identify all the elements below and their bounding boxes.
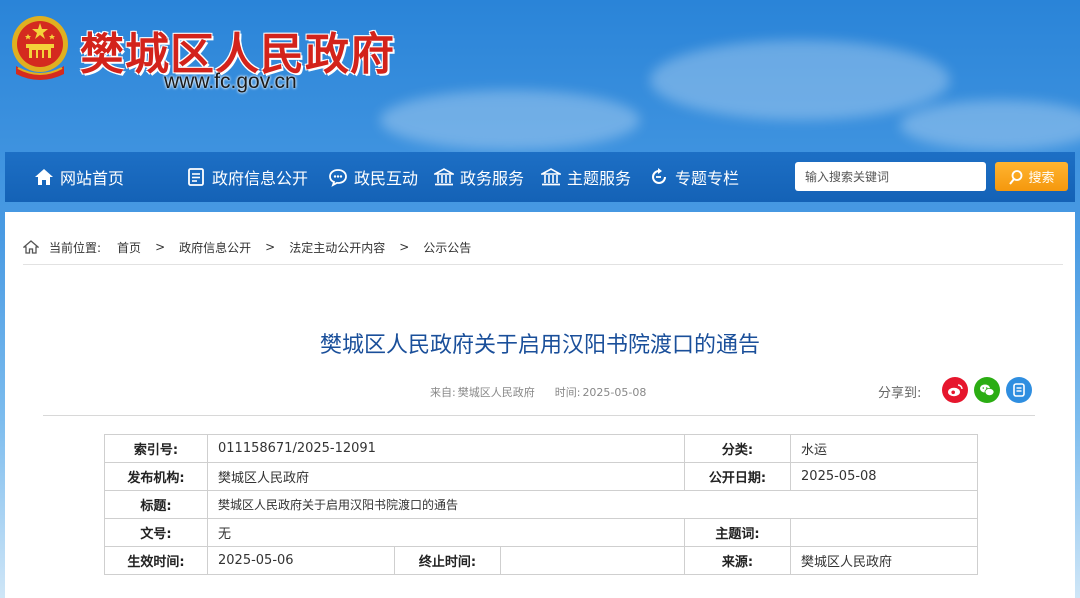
cloud-decoration [650,40,950,120]
table-row: 文号: 无 主题词: [104,518,979,547]
breadcrumb-prefix: 当前位置: [49,240,102,255]
cloud-decoration [900,100,1080,150]
nav-item-label: 政府信息公开 [212,169,309,188]
refresh-icon [652,168,666,184]
national-emblem-icon [12,16,68,80]
table-row: 发布机构: 樊城区人民政府 公开日期: 2025-05-08 [104,462,979,491]
nav-item-label: 主题服务 [567,169,632,188]
publish-date-label: 公开日期: [684,462,792,491]
nav-item-label: 政务服务 [460,169,525,188]
info-table: 索引号: 011158671/2025-12091 分类: 水运 发布机构: 樊… [104,434,979,575]
keywords-value [790,518,979,547]
qzone-icon [1013,383,1025,397]
nav-item-topic-services[interactable]: 主题服务 [541,152,631,202]
home-icon [23,240,39,254]
index-no-value: 011158671/2025-12091 [206,434,686,463]
breadcrumb: 当前位置: 首页 > 政府信息公开 > 法定主动公开内容 > 公示公告 [23,238,471,256]
table-row: 索引号: 011158671/2025-12091 分类: 水运 [104,434,979,463]
time-label: 时间: [554,386,581,399]
article-title: 樊城区人民政府关于启用汉阳书院渡口的通告 [319,333,760,358]
breadcrumb-gov-info[interactable]: 政府信息公开 [179,239,251,256]
breadcrumb-home[interactable]: 首页 [117,239,141,256]
nav-item-home[interactable]: 网站首页 [34,152,124,202]
nav-item-label: 专题专栏 [675,169,740,188]
nav-item-gov-info[interactable]: 政府信息公开 [186,152,308,202]
publisher-label: 发布机构: [104,462,208,491]
expiry-value [499,546,686,575]
nav-item-label: 政民互动 [354,169,419,188]
content-panel: 当前位置: 首页 > 政府信息公开 > 法定主动公开内容 > 公示公告 樊城区人… [5,212,1075,598]
breadcrumb-separator: > [399,240,410,254]
doc-no-label: 文号: [104,518,208,547]
source-label: 来源: [684,546,792,575]
article-source: 樊城区人民政府 [457,386,535,399]
breadcrumb-separator: > [265,240,276,254]
breadcrumb-statutory-disclosure[interactable]: 法定主动公开内容 [289,239,385,256]
wechat-icon [980,384,995,396]
weibo-icon [948,384,963,397]
share-weibo-button[interactable] [942,377,968,403]
nav-item-label: 网站首页 [60,169,125,188]
search-icon [1009,169,1023,185]
index-no-label: 索引号: [104,434,208,463]
title-value: 樊城区人民政府关于启用汉阳书院渡口的通告 [206,490,979,519]
chat-bubble-icon [329,169,347,187]
divider [43,415,1035,416]
expiry-label: 终止时间: [394,546,501,575]
article-meta: 来自: 樊城区人民政府 时间: 2025-05-08 [430,384,652,400]
breadcrumb-separator: > [155,240,166,254]
share-label: 分享到: [878,386,922,401]
publish-date-value: 2025-05-08 [790,462,979,491]
effective-value: 2025-05-06 [207,546,395,575]
category-label: 分类: [684,434,792,463]
breadcrumb-announcements[interactable]: 公示公告 [423,239,471,256]
publisher-value: 樊城区人民政府 [206,462,686,491]
share-qzone-button[interactable] [1006,377,1032,403]
cloud-decoration [380,90,640,150]
site-header: 樊城区人民政府 www.fc.gov.cn [0,0,1080,152]
keywords-label: 主题词: [684,518,792,547]
article-time: 2025-05-08 [582,386,647,399]
nav-item-interaction[interactable]: 政民互动 [328,152,418,202]
home-icon [35,169,53,185]
table-row: 生效时间: 2025-05-06 终止时间: 来源: 樊城区人民政府 [104,546,979,575]
source-label: 来自: [430,386,456,399]
divider [23,264,1063,265]
search-button-label: 搜索 [1028,171,1055,186]
search-button[interactable]: 搜索 [995,162,1068,191]
site-domain: www.fc.gov.cn [164,70,297,93]
table-row: 标题: 樊城区人民政府关于启用汉阳书院渡口的通告 [104,490,979,519]
source-value: 樊城区人民政府 [790,546,979,575]
search-input[interactable] [795,162,986,191]
title-label: 标题: [104,490,208,519]
doc-no-value: 无 [206,518,686,547]
effective-label: 生效时间: [104,546,208,575]
building-icon [541,168,561,186]
document-list-icon [188,168,204,186]
building-icon [434,168,454,186]
share-wechat-button[interactable] [974,377,1000,403]
nav-item-special-columns[interactable]: 专题专栏 [649,152,739,202]
nav-item-gov-services[interactable]: 政务服务 [434,152,524,202]
category-value: 水运 [790,434,979,463]
